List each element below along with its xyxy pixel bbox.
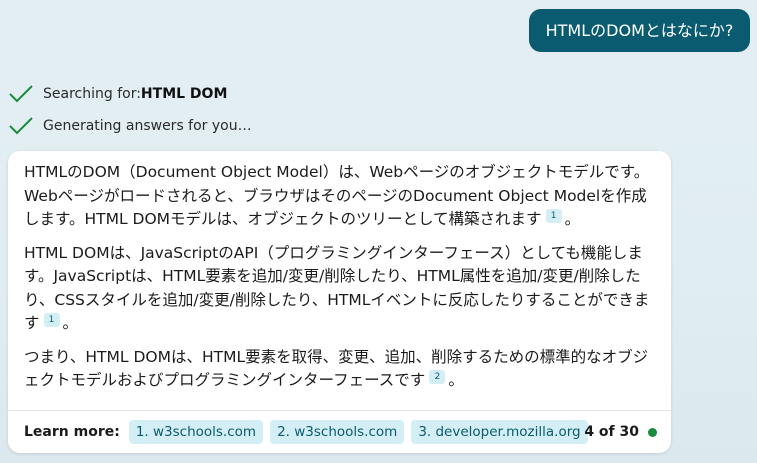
user-message-bubble: HTMLのDOMとはなにか? <box>529 9 750 52</box>
check-icon <box>9 85 33 103</box>
answer-paragraph-1-end: 。 <box>564 210 581 228</box>
response-counter: 4 of 30 <box>584 411 657 453</box>
citation-badge[interactable]: 2 <box>429 370 446 384</box>
answer-paragraph-3: つまり、HTML DOMは、HTML要素を取得、変更、追加、削除するための標準的… <box>24 346 657 393</box>
answer-card: HTMLのDOM（Document Object Model）は、Webページの… <box>8 151 671 453</box>
source-link-1[interactable]: 1. w3schools.com <box>128 420 264 444</box>
source-link-2[interactable]: 2. w3schools.com <box>270 420 405 444</box>
status-dot-icon <box>648 427 657 437</box>
searching-query: HTML DOM <box>140 86 228 102</box>
searching-prefix: Searching for: <box>43 86 141 102</box>
citation-badge[interactable]: 1 <box>43 313 60 327</box>
status-list: Searching for: HTML DOM Generating answe… <box>8 78 252 142</box>
citation-badge[interactable]: 1 <box>545 209 562 223</box>
answer-paragraph-3-end: 。 <box>448 371 464 389</box>
source-link-3[interactable]: 3. developer.mozilla.org <box>411 420 588 444</box>
check-icon <box>9 117 33 135</box>
learn-more-bar: Learn more: 1. w3schools.com 2. w3school… <box>8 410 671 453</box>
answer-paragraph-3-text: つまり、HTML DOMは、HTML要素を取得、変更、追加、削除するための標準的… <box>24 347 649 390</box>
answer-paragraph-1: HTMLのDOM（Document Object Model）は、Webページの… <box>24 161 657 232</box>
answer-paragraph-2: HTML DOMは、JavaScriptのAPI（プログラミングインターフェース… <box>24 242 657 336</box>
answer-paragraph-2-end: 。 <box>62 314 79 332</box>
generating-text: Generating answers for you… <box>43 118 252 134</box>
status-generating: Generating answers for you… <box>8 110 252 142</box>
answer-body: HTMLのDOM（Document Object Model）は、Webページの… <box>8 151 671 393</box>
learn-more-label: Learn more: <box>24 424 120 440</box>
response-count: 4 of 30 <box>584 424 639 440</box>
status-searching: Searching for: HTML DOM <box>8 78 252 110</box>
answer-paragraph-2-text: HTML DOMは、JavaScriptのAPI（プログラミングインターフェース… <box>24 243 650 333</box>
